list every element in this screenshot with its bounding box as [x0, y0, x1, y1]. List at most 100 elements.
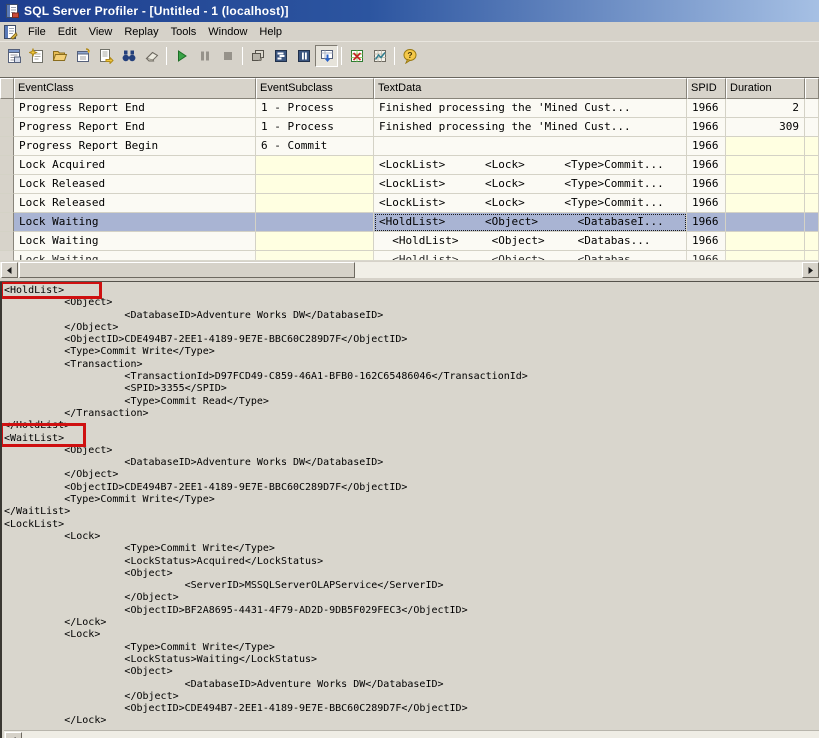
header-margin-cell	[0, 78, 14, 99]
xml-line: </Object>	[4, 690, 179, 702]
cell-event-subclass: 1 - Process	[256, 99, 374, 118]
column-header-textdata[interactable]: TextData	[374, 78, 687, 99]
table-row[interactable]: Lock Acquired <LockList> <Lock> <Type>Com…	[0, 156, 819, 175]
xml-line: </Lock>	[4, 715, 107, 727]
xml-line: </Object>	[4, 321, 119, 333]
cell-extra	[805, 213, 819, 232]
trace-grid: EventClass EventSubclass TextData SPID Durat…	[0, 78, 819, 278]
cell-duration	[726, 213, 805, 232]
scroll-right-arrow-icon	[808, 266, 813, 274]
table-row[interactable]: Progress Report End 1 - Process Finished p…	[0, 118, 819, 137]
cell-duration	[726, 251, 805, 261]
clear-trace-icon	[144, 48, 160, 64]
cell-text-data: <HoldList> <Object> <Databas...	[374, 232, 687, 251]
xml-line: <ObjectID>BF2A8695-4431-4F79-AD2D-9DB5F0…	[4, 604, 468, 616]
cell-extra	[805, 251, 819, 261]
mdi-child-icon	[2, 24, 18, 40]
menu-file[interactable]: File	[22, 24, 52, 40]
row-margin-cell	[0, 99, 14, 118]
menu-window[interactable]: Window	[202, 24, 253, 40]
menu-view[interactable]: View	[83, 24, 119, 40]
stop-replay-icon	[220, 48, 236, 64]
cell-extra	[805, 232, 819, 251]
cell-text-data: Finished processing the 'Mined Cust...	[374, 118, 687, 137]
pause-replay-button[interactable]	[193, 45, 216, 67]
start-replay-button[interactable]	[170, 45, 193, 67]
export-excel-icon	[349, 48, 365, 64]
pause-replay-icon	[197, 48, 213, 64]
row-margin-cell	[0, 213, 14, 232]
xml-line: </Object>	[4, 469, 119, 481]
xml-line: <Type>Commit Read</Type>	[4, 395, 269, 407]
cascade-windows-icon	[250, 48, 266, 64]
cascade-windows-button[interactable]	[246, 45, 269, 67]
cell-event-subclass: 1 - Process	[256, 118, 374, 137]
xml-line: <Type>Commit Write</Type>	[4, 346, 215, 358]
window-title: SQL Server Profiler - [Untitled - 1 (loc…	[24, 4, 289, 18]
column-header-duration[interactable]: Duration	[726, 78, 805, 99]
table-row[interactable]: Lock Released <LockList> <Lock> <Type>Com…	[0, 175, 819, 194]
auto-scroll-icon	[319, 48, 335, 64]
cell-duration: 2	[726, 99, 805, 118]
column-header-spid[interactable]: SPID	[687, 78, 726, 99]
performance-chart-button[interactable]	[368, 45, 391, 67]
table-row[interactable]: Lock Waiting <HoldList> <Object> <Databa…	[0, 251, 819, 261]
menu-tools[interactable]: Tools	[165, 24, 203, 40]
column-header-eventclass[interactable]: EventClass	[14, 78, 256, 99]
table-row[interactable]: Lock Waiting <HoldList> <Object> <Databa…	[0, 232, 819, 251]
grid-rows: Progress Report End 1 - Process Finished p…	[0, 99, 819, 261]
cell-event-subclass	[256, 232, 374, 251]
cell-event-subclass: 6 - Commit	[256, 137, 374, 156]
xml-line: <DatabaseID>Adventure Works DW</Database…	[4, 309, 384, 321]
export-trace-button[interactable]	[94, 45, 117, 67]
new-trace-button[interactable]	[25, 45, 48, 67]
xml-line: <Object>	[4, 666, 173, 678]
toggle-pause-display-icon	[296, 48, 312, 64]
menu-edit[interactable]: Edit	[52, 24, 83, 40]
svg-text:?: ?	[407, 50, 412, 60]
detail-scroll-left-button[interactable]	[5, 732, 22, 738]
grouped-view-button[interactable]	[269, 45, 292, 67]
save-trace-button[interactable]	[71, 45, 94, 67]
cell-text-data	[374, 137, 687, 156]
help-button[interactable]: ?	[398, 45, 421, 67]
xml-line: <Type>Commit Write</Type>	[4, 543, 275, 555]
grid-scrollbar-thumb[interactable]	[19, 262, 355, 278]
table-row[interactable]: Progress Report End 1 - Process Finished p…	[0, 99, 819, 118]
detail-horizontal-scrollbar[interactable]	[4, 730, 819, 738]
table-row[interactable]: Lock Released <LockList> <Lock> <Type>Com…	[0, 194, 819, 213]
xml-line: </Object>	[4, 592, 179, 604]
cell-event-subclass	[256, 156, 374, 175]
client-divider	[0, 71, 819, 78]
event-detail-pane: <HoldList> <Object> <DatabaseID>Adventur…	[0, 282, 819, 738]
xml-line: <WaitList>	[2, 422, 819, 448]
export-excel-button[interactable]	[345, 45, 368, 67]
toolbar-separator	[242, 47, 243, 65]
table-row[interactable]: Lock Waiting <HoldList> <Object> <Databas…	[0, 213, 819, 232]
auto-scroll-button[interactable]	[315, 45, 338, 67]
cell-extra	[805, 137, 819, 156]
find-button[interactable]	[117, 45, 140, 67]
row-margin-cell	[0, 232, 14, 251]
clear-trace-button[interactable]	[140, 45, 163, 67]
scroll-left-button[interactable]	[1, 262, 18, 278]
grid-horizontal-scrollbar[interactable]	[0, 261, 819, 278]
scroll-right-button[interactable]	[802, 262, 819, 278]
xml-line: <Object>	[4, 297, 113, 309]
xml-line: <Object>	[4, 567, 173, 579]
open-trace-button[interactable]	[48, 45, 71, 67]
menu-help[interactable]: Help	[253, 24, 288, 40]
row-margin-cell	[0, 118, 14, 137]
column-header-eventsubclass[interactable]: EventSubclass	[256, 78, 374, 99]
xml-line: <LockStatus>Acquired</LockStatus>	[4, 555, 324, 567]
table-row[interactable]: Progress Report Begin 6 - Commit 1966	[0, 137, 819, 156]
stop-replay-button[interactable]	[216, 45, 239, 67]
profiler-window: SQL Server Profiler - [Untitled - 1 (loc…	[0, 0, 819, 738]
cell-event-class: Lock Released	[14, 175, 256, 194]
waitlist-highlight-box: <WaitList>	[2, 422, 87, 448]
cell-extra	[805, 99, 819, 118]
toggle-pause-display-button[interactable]	[292, 45, 315, 67]
xml-line: <LockStatus>Waiting</LockStatus>	[4, 653, 318, 665]
menu-replay[interactable]: Replay	[118, 24, 164, 40]
trace-properties-button[interactable]	[2, 45, 25, 67]
